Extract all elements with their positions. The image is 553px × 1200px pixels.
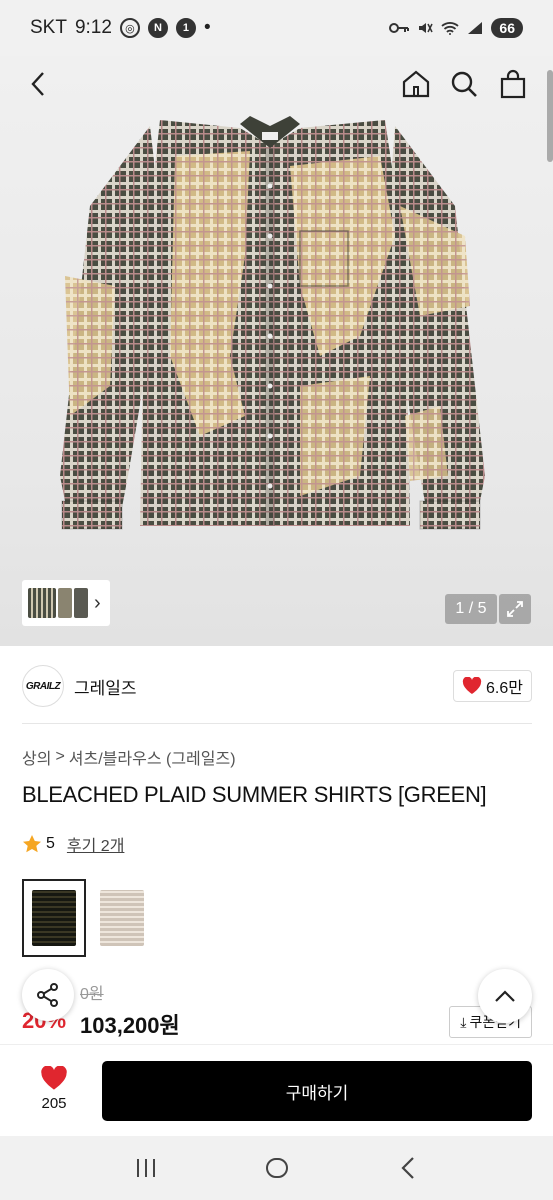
brand-logo[interactable]: GRAILZ	[22, 665, 64, 707]
brand-name[interactable]: 그레일즈	[74, 674, 137, 699]
share-icon	[37, 983, 58, 1007]
recent-apps-icon	[136, 1159, 155, 1177]
cart-button[interactable]	[493, 64, 533, 104]
shopping-bag-icon	[500, 69, 526, 99]
color-options	[22, 879, 154, 957]
product-title: BLEACHED PLAID SUMMER SHIRTS [GREEN]	[22, 782, 487, 807]
brand-like-button[interactable]: 6.6만	[453, 670, 532, 702]
shirt-illustration	[60, 116, 485, 530]
more-dot: •	[203, 17, 211, 38]
image-page-indicator: 1 / 5	[445, 594, 497, 624]
scrollbar[interactable]	[547, 70, 553, 162]
breadcrumb: 상의 > 셔츠/블라우스 (그레일즈)	[22, 745, 236, 769]
like-button[interactable]: 205	[22, 1061, 86, 1117]
reviews-link[interactable]: 후기 2개	[67, 832, 125, 856]
notification-icon: ◎	[119, 18, 140, 38]
brand-row: GRAILZ 그레일즈 6.6만	[22, 662, 532, 710]
rating-row: 5 후기 2개	[22, 832, 124, 856]
color-option-green[interactable]	[22, 879, 86, 957]
image-thumbnails[interactable]: ›	[22, 580, 110, 626]
color-thumb-green	[32, 890, 76, 946]
key-icon	[389, 23, 410, 33]
color-thumb-beige	[100, 890, 144, 946]
circle-home-icon	[265, 1158, 288, 1178]
like-count: 205	[41, 1095, 67, 1112]
wifi-icon	[441, 22, 460, 35]
buy-button[interactable]: 구매하기	[102, 1061, 532, 1121]
thumbnail-3	[74, 588, 88, 618]
sale-price: 103,200원	[80, 1013, 180, 1038]
bottom-action-bar: 205 구매하기	[0, 1044, 553, 1136]
price-section: 0원 20% 103,200원 ⤓ 쿠폰받기	[22, 978, 532, 1038]
battery-level: 66	[491, 18, 523, 38]
top-navigation	[0, 56, 553, 110]
product-image[interactable]	[0, 56, 553, 646]
breadcrumb-subcategory[interactable]: 셔츠/블라우스 (그레일즈)	[69, 745, 236, 769]
thumbnail-1	[28, 588, 56, 618]
star-icon	[23, 835, 41, 853]
home-button[interactable]	[396, 64, 436, 104]
chevron-left-icon	[31, 72, 44, 96]
system-navigation-bar	[0, 1136, 553, 1200]
expand-icon	[507, 601, 523, 617]
heart-icon	[41, 1066, 67, 1090]
carrier-label: SKT	[30, 17, 67, 38]
back-arrow-icon	[400, 1157, 414, 1179]
brand-like-count: 6.6만	[486, 680, 523, 697]
share-button[interactable]	[22, 969, 74, 1021]
original-price: 0원	[80, 986, 104, 1003]
n-badge-icon: N	[147, 18, 168, 38]
color-option-beige[interactable]	[90, 879, 154, 957]
divider	[22, 723, 532, 724]
back-button[interactable]	[18, 64, 58, 104]
chevron-right-icon: ›	[94, 591, 101, 614]
recent-apps-button[interactable]	[126, 1148, 166, 1188]
search-icon	[451, 71, 477, 97]
chevron-up-icon	[495, 990, 515, 1002]
heart-icon	[462, 677, 482, 694]
download-icon: ⤓	[460, 1013, 467, 1030]
count-badge-icon: 1	[175, 18, 196, 38]
search-button[interactable]	[444, 64, 484, 104]
rating-score: 5	[46, 835, 55, 852]
status-bar: SKT 9:12 ◎ N 1 • 66	[0, 0, 553, 56]
breadcrumb-separator: >	[55, 748, 65, 765]
mute-icon	[419, 23, 434, 33]
expand-image-button[interactable]	[499, 594, 531, 624]
breadcrumb-category[interactable]: 상의	[22, 745, 51, 769]
home-icon	[402, 70, 430, 98]
scroll-top-button[interactable]	[478, 969, 532, 1023]
home-system-button[interactable]	[257, 1148, 297, 1188]
signal-icon	[468, 22, 483, 34]
thumbnail-2	[58, 588, 72, 618]
clock: 9:12	[74, 17, 112, 38]
back-system-button[interactable]	[388, 1148, 428, 1188]
